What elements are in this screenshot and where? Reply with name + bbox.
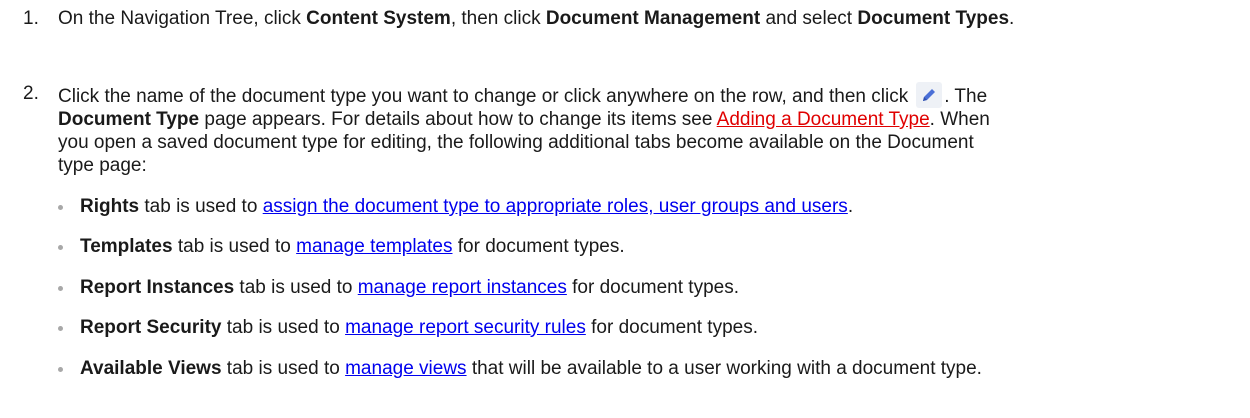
list-text: tab is used to <box>234 277 358 298</box>
list-text: . <box>847 196 854 217</box>
step-text: . When <box>929 109 990 130</box>
step-number: 2. <box>23 83 39 104</box>
bullet-icon <box>58 367 63 372</box>
list-text: for document types. <box>452 236 625 257</box>
step-text: you open a saved document type for editi… <box>58 132 974 153</box>
step-number: 1. <box>23 8 39 29</box>
step-text: , then click <box>450 8 546 29</box>
step-2-text: Click the name of the document type you … <box>58 82 1228 177</box>
tab-name: Report Instances <box>80 277 235 298</box>
tab-name: Templates <box>80 236 173 257</box>
bold-term: Document Types <box>857 8 1010 29</box>
bullet-icon <box>58 245 63 250</box>
tab-name: Report Security <box>80 317 222 338</box>
step-text: type page: <box>58 155 147 176</box>
tab-name: Rights <box>80 196 140 217</box>
list-text: tab is used to <box>172 236 297 257</box>
assign-roles-link[interactable]: assign the document type to appropriate … <box>263 196 848 217</box>
manage-templates-link[interactable]: manage templates <box>296 236 452 257</box>
bullet-icon <box>58 326 63 331</box>
bullet-icon <box>58 205 63 210</box>
step-text: and select <box>760 8 858 29</box>
manage-security-rules-link[interactable]: manage report security rules <box>345 317 586 338</box>
list-text: that will be available to a user working… <box>466 358 982 379</box>
step-text: page appears. For details about how to c… <box>199 109 717 130</box>
step-text: . <box>1009 8 1015 29</box>
manage-views-link[interactable]: manage views <box>345 358 466 379</box>
step-text: . The <box>944 86 988 107</box>
bold-term: Document Type <box>58 109 200 130</box>
list-text: for document types. <box>566 277 740 298</box>
tab-name: Available Views <box>80 358 222 379</box>
list-text: tab is used to <box>221 358 346 379</box>
list-text: tab is used to <box>221 317 346 338</box>
pencil-icon[interactable] <box>916 82 943 108</box>
adding-document-type-link[interactable]: Adding a Document Type <box>717 109 930 130</box>
step-text: Click the name of the document type you … <box>58 86 909 107</box>
bold-term: Content System <box>306 8 451 29</box>
bullet-icon <box>58 286 63 291</box>
bold-term: Document Management <box>545 8 761 29</box>
manage-report-instances-link[interactable]: manage report instances <box>358 277 567 298</box>
step-1-text: On the Navigation Tree, click Content Sy… <box>58 7 1228 30</box>
list-text: tab is used to <box>139 196 263 217</box>
step-text: On the Navigation Tree, click <box>58 8 307 29</box>
list-text: for document types. <box>585 317 758 338</box>
